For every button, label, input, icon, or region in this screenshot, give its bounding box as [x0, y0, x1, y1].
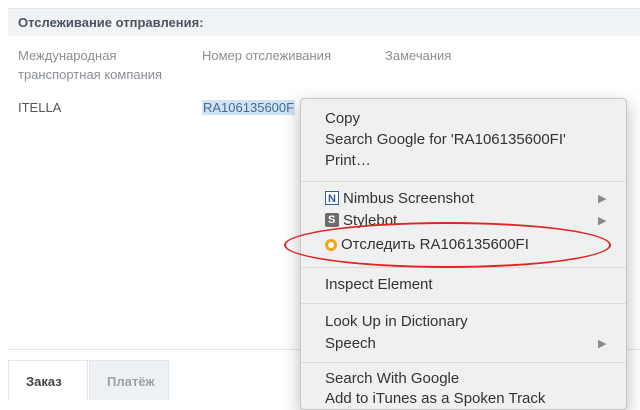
- menu-item-inspect[interactable]: Inspect Element: [325, 275, 433, 295]
- menu-item-nimbus[interactable]: Nimbus Screenshot ▶: [325, 189, 606, 209]
- column-header-carrier: Международная транспортная компания: [18, 46, 162, 84]
- nimbus-icon: [325, 189, 339, 209]
- stylebot-icon: [325, 210, 339, 230]
- menu-separator: [301, 181, 626, 182]
- highlight-oval: [284, 222, 611, 268]
- tracking-number-selection[interactable]: RA106135600F: [202, 100, 296, 115]
- column-header-tracking: Номер отслеживания: [202, 48, 331, 63]
- menu-item-search-google[interactable]: Search Google for 'RA106135600FI': [325, 130, 566, 150]
- menu-separator: [301, 362, 626, 363]
- menu-separator: [301, 303, 626, 304]
- column-header-carrier-line1: Международная: [18, 48, 117, 63]
- section-title: Отслеживание отправления:: [8, 8, 640, 36]
- submenu-arrow-icon: ▶: [598, 193, 607, 205]
- tab-order[interactable]: Заказ: [8, 360, 88, 400]
- carrier-cell: ITELLA: [18, 100, 62, 115]
- menu-item-speech-label: Speech: [325, 335, 376, 352]
- menu-item-search-with-google[interactable]: Search With Google: [325, 369, 459, 389]
- tab-payment[interactable]: Платёж: [89, 360, 169, 400]
- menu-item-add-itunes[interactable]: Add to iTunes as a Spoken Track: [325, 389, 545, 409]
- menu-item-nimbus-label: Nimbus Screenshot: [343, 190, 474, 207]
- menu-item-speech[interactable]: Speech ▶: [325, 334, 606, 354]
- menu-item-lookup[interactable]: Look Up in Dictionary: [325, 312, 468, 332]
- tracking-number-cell[interactable]: RA106135600F: [202, 100, 296, 115]
- submenu-arrow-icon: ▶: [598, 338, 607, 350]
- menu-item-print[interactable]: Print…: [325, 151, 371, 171]
- menu-item-copy[interactable]: Copy: [325, 109, 360, 129]
- column-header-remarks: Замечания: [385, 48, 452, 63]
- submenu-arrow-icon: ▶: [598, 215, 607, 227]
- column-header-carrier-line2: транспортная компания: [18, 67, 163, 82]
